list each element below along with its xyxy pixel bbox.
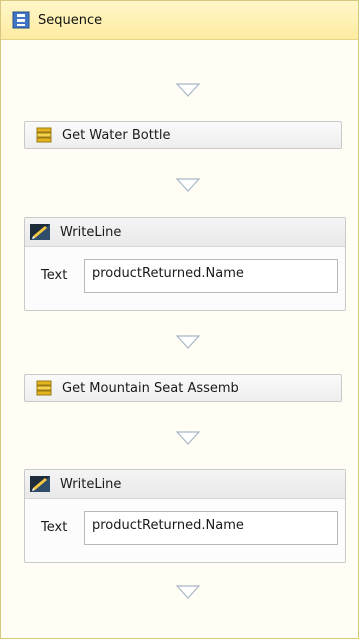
sequence-container[interactable]: Sequence Get Water Bottle WriteLine Text… bbox=[0, 0, 359, 639]
sequence-header[interactable]: Sequence bbox=[1, 1, 358, 40]
drop-target-arrow-icon[interactable] bbox=[176, 431, 200, 445]
writeline-title: WriteLine bbox=[60, 224, 122, 240]
drop-target-arrow-icon[interactable] bbox=[176, 335, 200, 349]
activity-get-mountain-seat[interactable]: Get Mountain Seat Assemb bbox=[24, 374, 342, 402]
writeline-icon bbox=[30, 224, 50, 240]
text-property-label: Text bbox=[41, 268, 68, 283]
writeline-title: WriteLine bbox=[60, 476, 122, 492]
activity-label: Get Mountain Seat Assemb bbox=[62, 380, 239, 396]
activity-writeline-2[interactable]: WriteLine Text productReturned.Name bbox=[24, 469, 346, 563]
activity-get-water-bottle[interactable]: Get Water Bottle bbox=[24, 121, 342, 149]
writeline-icon bbox=[30, 476, 50, 492]
activity-label: Get Water Bottle bbox=[62, 127, 171, 143]
drop-target-arrow-icon[interactable] bbox=[176, 83, 200, 97]
text-property-input[interactable]: productReturned.Name bbox=[84, 259, 338, 293]
activity-writeline-1[interactable]: WriteLine Text productReturned.Name bbox=[24, 217, 346, 311]
drop-target-arrow-icon[interactable] bbox=[176, 178, 200, 192]
text-property-label: Text bbox=[41, 520, 68, 535]
drop-target-arrow-icon[interactable] bbox=[176, 585, 200, 599]
sequence-title: Sequence bbox=[38, 12, 103, 28]
activity-icon bbox=[36, 380, 52, 396]
writeline-body: Text productReturned.Name bbox=[25, 499, 345, 563]
sequence-icon bbox=[12, 11, 30, 29]
text-property-input[interactable]: productReturned.Name bbox=[84, 511, 338, 545]
activity-icon bbox=[36, 127, 52, 143]
writeline-header[interactable]: WriteLine bbox=[25, 470, 345, 499]
writeline-header[interactable]: WriteLine bbox=[25, 218, 345, 247]
writeline-body: Text productReturned.Name bbox=[25, 247, 345, 311]
